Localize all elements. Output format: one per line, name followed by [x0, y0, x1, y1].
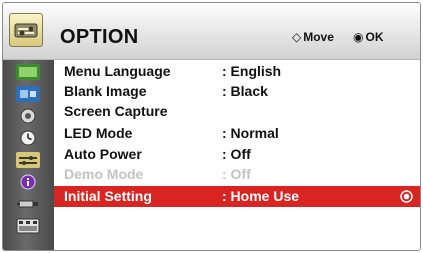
- menu-item-screen-capture[interactable]: Screen Capture: [54, 101, 420, 121]
- menu-item-demo-mode: Demo Mode : Off: [54, 164, 420, 184]
- move-hint-label: Move: [303, 30, 334, 44]
- audio-icon: [16, 86, 40, 102]
- ok-select-icon[interactable]: [400, 190, 413, 203]
- move-hint: ◇ Move: [292, 30, 334, 44]
- tab-option[interactable]: [16, 152, 40, 168]
- input-icon: [17, 200, 38, 208]
- menu-item-blank-image[interactable]: Blank Image : Black: [54, 81, 420, 101]
- option-list: Menu Language : English Blank Image : Bl…: [54, 60, 420, 250]
- scene-icon: [16, 218, 40, 234]
- menu-header: OPTION ◇ Move ◉ OK: [3, 3, 420, 60]
- picture-icon: [16, 64, 40, 80]
- menu-item-value: : Normal: [222, 125, 279, 141]
- menu-item-label: Initial Setting: [64, 188, 152, 204]
- menu-item-auto-power[interactable]: Auto Power : Off: [54, 144, 420, 164]
- tab-clock[interactable]: [16, 130, 40, 146]
- menu-item-label: Screen Capture: [64, 103, 168, 119]
- ok-glyph-icon: ◉: [353, 30, 364, 44]
- menu-item-value: : English: [222, 63, 282, 79]
- info-icon: [20, 174, 36, 190]
- tab-input[interactable]: [16, 196, 40, 212]
- menu-item-label: Demo Mode: [64, 166, 144, 182]
- menu-item-label: Auto Power: [64, 146, 142, 162]
- menu-item-value: : Home Use: [222, 188, 300, 204]
- osd-window: OPTION ◇ Move ◉ OK Menu Language: Engli…: [2, 2, 421, 251]
- ok-hint-label: OK: [365, 30, 384, 44]
- option-tab-icon: [16, 152, 40, 168]
- menu-item-label: Menu Language: [64, 63, 171, 79]
- menu-item-value: : Black: [222, 83, 268, 99]
- menu-item-label: Blank Image: [64, 83, 147, 99]
- menu-item-value: : Off: [222, 146, 251, 162]
- category-sidebar: [3, 60, 54, 250]
- menu-item-label: LED Mode: [64, 125, 133, 141]
- page-title: OPTION: [60, 26, 139, 48]
- tab-info[interactable]: [16, 174, 40, 190]
- tab-scene[interactable]: [16, 218, 40, 234]
- tab-time[interactable]: [16, 108, 40, 124]
- menu-item-initial-setting[interactable]: Initial Setting : Home Use: [54, 186, 420, 207]
- option-icon: [9, 13, 43, 47]
- move-glyph-icon: ◇: [292, 30, 302, 44]
- clock-icon: [20, 130, 36, 146]
- ok-hint: ◉ OK: [353, 30, 383, 44]
- tab-audio[interactable]: [16, 86, 40, 102]
- tab-picture[interactable]: [16, 64, 40, 80]
- menu-item-led-mode[interactable]: LED Mode : Normal: [54, 123, 420, 143]
- menu-item-menu-language[interactable]: Menu Language : English: [54, 61, 420, 81]
- time-icon: [20, 108, 36, 124]
- menu-item-value: : Off: [222, 166, 251, 182]
